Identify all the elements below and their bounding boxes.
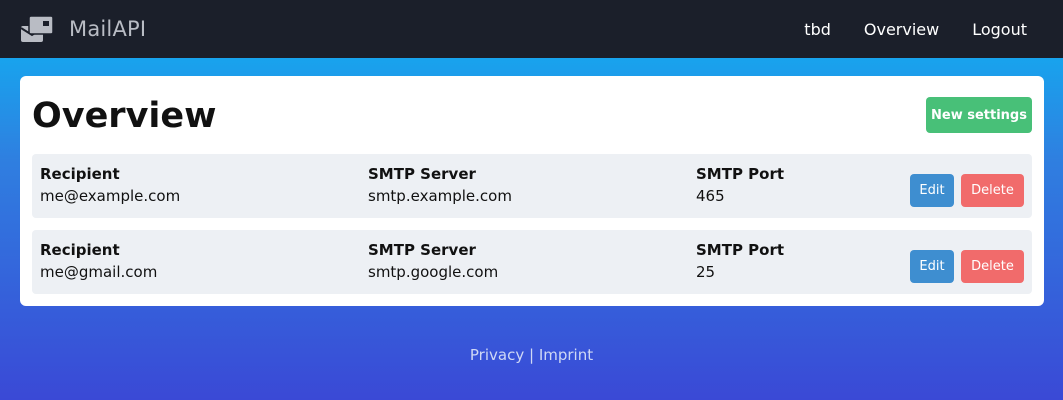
recipient-cell: Recipient me@example.com bbox=[40, 164, 180, 208]
recipient-cell: Recipient me@gmail.com bbox=[40, 240, 157, 284]
edit-button[interactable]: Edit bbox=[910, 174, 954, 207]
nav-overview[interactable]: Overview bbox=[864, 20, 939, 39]
footer: Privacy | Imprint bbox=[0, 346, 1063, 364]
nav-links: tbd Overview Logout bbox=[771, 0, 1027, 58]
smtp-server-cell: SMTP Server smtp.google.com bbox=[368, 240, 498, 284]
imprint-link[interactable]: Imprint bbox=[539, 346, 593, 364]
brand[interactable]: MailAPI bbox=[19, 14, 146, 44]
footer-separator: | bbox=[528, 346, 535, 364]
smtp-port-value: 25 bbox=[696, 263, 716, 281]
settings-row: Recipient me@example.com SMTP Server smt… bbox=[32, 154, 1032, 218]
smtp-server-value: smtp.example.com bbox=[368, 187, 512, 205]
privacy-link[interactable]: Privacy bbox=[470, 346, 524, 364]
recipient-value: me@gmail.com bbox=[40, 263, 158, 281]
smtp-server-label: SMTP Server bbox=[368, 241, 476, 259]
smtp-port-value: 465 bbox=[696, 187, 725, 205]
smtp-server-label: SMTP Server bbox=[368, 165, 476, 183]
smtp-server-cell: SMTP Server smtp.example.com bbox=[368, 164, 512, 208]
brand-name: MailAPI bbox=[69, 17, 147, 41]
recipient-label: Recipient bbox=[40, 241, 120, 259]
new-settings-button[interactable]: New settings bbox=[926, 97, 1032, 133]
recipient-label: Recipient bbox=[40, 165, 120, 183]
smtp-port-cell: SMTP Port 465 bbox=[696, 164, 784, 208]
overview-card: Overview New settings Recipient me@examp… bbox=[20, 76, 1044, 306]
mail-cards-icon bbox=[20, 15, 54, 42]
navbar: MailAPI tbd Overview Logout bbox=[0, 0, 1063, 58]
smtp-server-value: smtp.google.com bbox=[368, 263, 499, 281]
smtp-port-label: SMTP Port bbox=[696, 241, 785, 259]
page-title: Overview bbox=[32, 96, 217, 136]
smtp-port-cell: SMTP Port 25 bbox=[696, 240, 784, 284]
recipient-value: me@example.com bbox=[40, 187, 181, 205]
nav-logout[interactable]: Logout bbox=[972, 20, 1027, 39]
delete-button[interactable]: Delete bbox=[961, 174, 1024, 207]
edit-button[interactable]: Edit bbox=[910, 250, 954, 283]
smtp-port-label: SMTP Port bbox=[696, 165, 785, 183]
nav-tbd[interactable]: tbd bbox=[804, 20, 831, 39]
settings-row: Recipient me@gmail.com SMTP Server smtp.… bbox=[32, 230, 1032, 294]
delete-button[interactable]: Delete bbox=[961, 250, 1024, 283]
